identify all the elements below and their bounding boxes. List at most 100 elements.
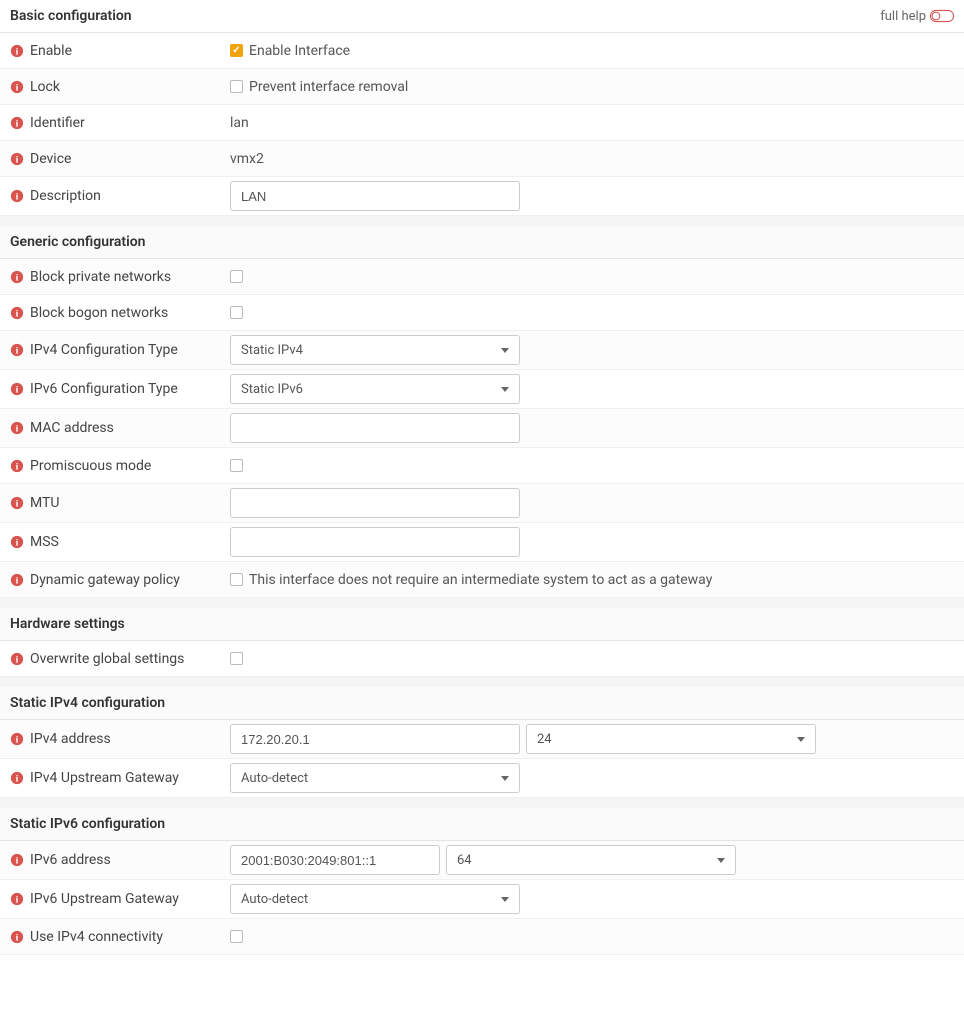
info-icon[interactable]: i (10, 270, 24, 284)
label-use-ipv4: Use IPv4 connectivity (30, 929, 163, 945)
row-block-private: i Block private networks (0, 259, 964, 295)
checkbox-enable[interactable] (230, 44, 243, 57)
input-mtu[interactable] (230, 488, 520, 518)
section-title: Hardware settings (10, 616, 125, 632)
svg-text:i: i (16, 499, 19, 510)
input-description[interactable] (230, 181, 520, 211)
row-use-ipv4: i Use IPv4 connectivity (0, 919, 964, 955)
info-icon[interactable]: i (10, 892, 24, 906)
info-icon[interactable]: i (10, 652, 24, 666)
checkbox-block-bogon[interactable] (230, 306, 243, 319)
full-help-label: full help (880, 9, 926, 24)
label-identifier: Identifier (30, 115, 85, 131)
row-identifier: i Identifier lan (0, 105, 964, 141)
select-ipv6-gateway[interactable]: Auto-detect (230, 884, 520, 914)
svg-text:i: i (16, 385, 19, 396)
checkbox-block-private[interactable] (230, 270, 243, 283)
svg-text:i: i (16, 308, 19, 319)
row-dyn-gateway: iDynamic gateway policy This interface d… (0, 562, 964, 598)
full-help-toggle[interactable]: full help (880, 9, 954, 24)
row-ipv6-gateway: i IPv6 Upstream Gateway Auto-detect (0, 880, 964, 919)
svg-text:i: i (16, 424, 19, 435)
chevron-down-icon (501, 348, 509, 353)
row-ipv4-addr: iIPv4 address 24 (0, 720, 964, 759)
select-ipv4-type[interactable]: Static IPv4 (230, 335, 520, 365)
label-mtu: MTU (30, 495, 59, 511)
select-ipv6-type[interactable]: Static IPv6 (230, 374, 520, 404)
chevron-down-icon (717, 858, 725, 863)
info-icon[interactable]: i (10, 535, 24, 549)
label-dyn-gateway: Dynamic gateway policy (30, 572, 180, 588)
info-icon[interactable]: i (10, 80, 24, 94)
svg-text:i: i (16, 461, 19, 472)
info-icon[interactable]: i (10, 573, 24, 587)
label-block-bogon: Block bogon networks (30, 305, 168, 321)
svg-text:i: i (16, 192, 19, 203)
label-enable: Enable (30, 43, 72, 59)
chevron-down-icon (797, 737, 805, 742)
input-ipv6-addr[interactable] (230, 845, 440, 875)
chevron-down-icon (501, 897, 509, 902)
select-text: Auto-detect (241, 892, 501, 907)
row-device: iDevice vmx2 (0, 141, 964, 177)
checkbox-enable-label: Enable Interface (249, 43, 350, 59)
svg-text:i: i (16, 346, 19, 357)
row-description: iDescription (0, 177, 964, 216)
row-overwrite: iOverwrite global settings (0, 641, 964, 677)
info-icon[interactable]: i (10, 421, 24, 435)
label-mac: MAC address (30, 420, 114, 436)
svg-text:i: i (16, 774, 19, 785)
info-icon[interactable]: i (10, 306, 24, 320)
row-ipv6-type: iIPv6 Configuration Type Static IPv6 (0, 370, 964, 409)
svg-text:i: i (16, 118, 19, 129)
toggle-icon (930, 9, 954, 23)
label-block-private: Block private networks (30, 269, 171, 285)
label-ipv6-addr: IPv6 address (30, 852, 111, 868)
input-mss[interactable] (230, 527, 520, 557)
row-mac: i MAC address (0, 409, 964, 448)
row-lock: iLock Prevent interface removal (0, 69, 964, 105)
info-icon[interactable]: i (10, 152, 24, 166)
checkbox-overwrite[interactable] (230, 652, 243, 665)
checkbox-lock-label: Prevent interface removal (249, 79, 408, 95)
checkbox-dyn-gateway[interactable] (230, 573, 243, 586)
info-icon[interactable]: i (10, 853, 24, 867)
row-ipv4-type: i IPv4 Configuration Type Static IPv4 (0, 331, 964, 370)
label-ipv4-type: IPv4 Configuration Type (30, 342, 178, 358)
label-ipv6-gateway: IPv6 Upstream Gateway (30, 891, 179, 907)
input-mac[interactable] (230, 413, 520, 443)
info-icon[interactable]: i (10, 382, 24, 396)
select-text: 24 (537, 732, 797, 747)
checkbox-promisc[interactable] (230, 459, 243, 472)
select-ipv6-prefix[interactable]: 64 (446, 845, 736, 875)
svg-text:i: i (16, 932, 19, 943)
chevron-down-icon (501, 387, 509, 392)
section-header-static-v6: Static IPv6 configuration (0, 808, 964, 841)
select-text: Static IPv4 (241, 343, 501, 358)
info-icon[interactable]: i (10, 771, 24, 785)
info-icon[interactable]: i (10, 459, 24, 473)
svg-text:i: i (16, 272, 19, 283)
svg-text:i: i (16, 856, 19, 867)
select-ipv4-prefix[interactable]: 24 (526, 724, 816, 754)
value-identifier: lan (230, 115, 249, 131)
info-icon[interactable]: i (10, 44, 24, 58)
info-icon[interactable]: i (10, 189, 24, 203)
label-device: Device (30, 151, 71, 167)
info-icon[interactable]: i (10, 116, 24, 130)
select-ipv4-gateway[interactable]: Auto-detect (230, 763, 520, 793)
input-ipv4-addr[interactable] (230, 724, 520, 754)
select-text: 64 (457, 853, 717, 868)
info-icon[interactable]: i (10, 496, 24, 510)
info-icon[interactable]: i (10, 343, 24, 357)
row-mtu: i MTU (0, 484, 964, 523)
info-icon[interactable]: i (10, 930, 24, 944)
select-text: Static IPv6 (241, 382, 501, 397)
svg-text:i: i (16, 654, 19, 665)
section-header-hardware: Hardware settings (0, 608, 964, 641)
label-mss: MSS (30, 534, 59, 550)
label-ipv4-gateway: IPv4 Upstream Gateway (30, 770, 179, 786)
checkbox-lock[interactable] (230, 80, 243, 93)
checkbox-use-ipv4[interactable] (230, 930, 243, 943)
info-icon[interactable]: i (10, 732, 24, 746)
